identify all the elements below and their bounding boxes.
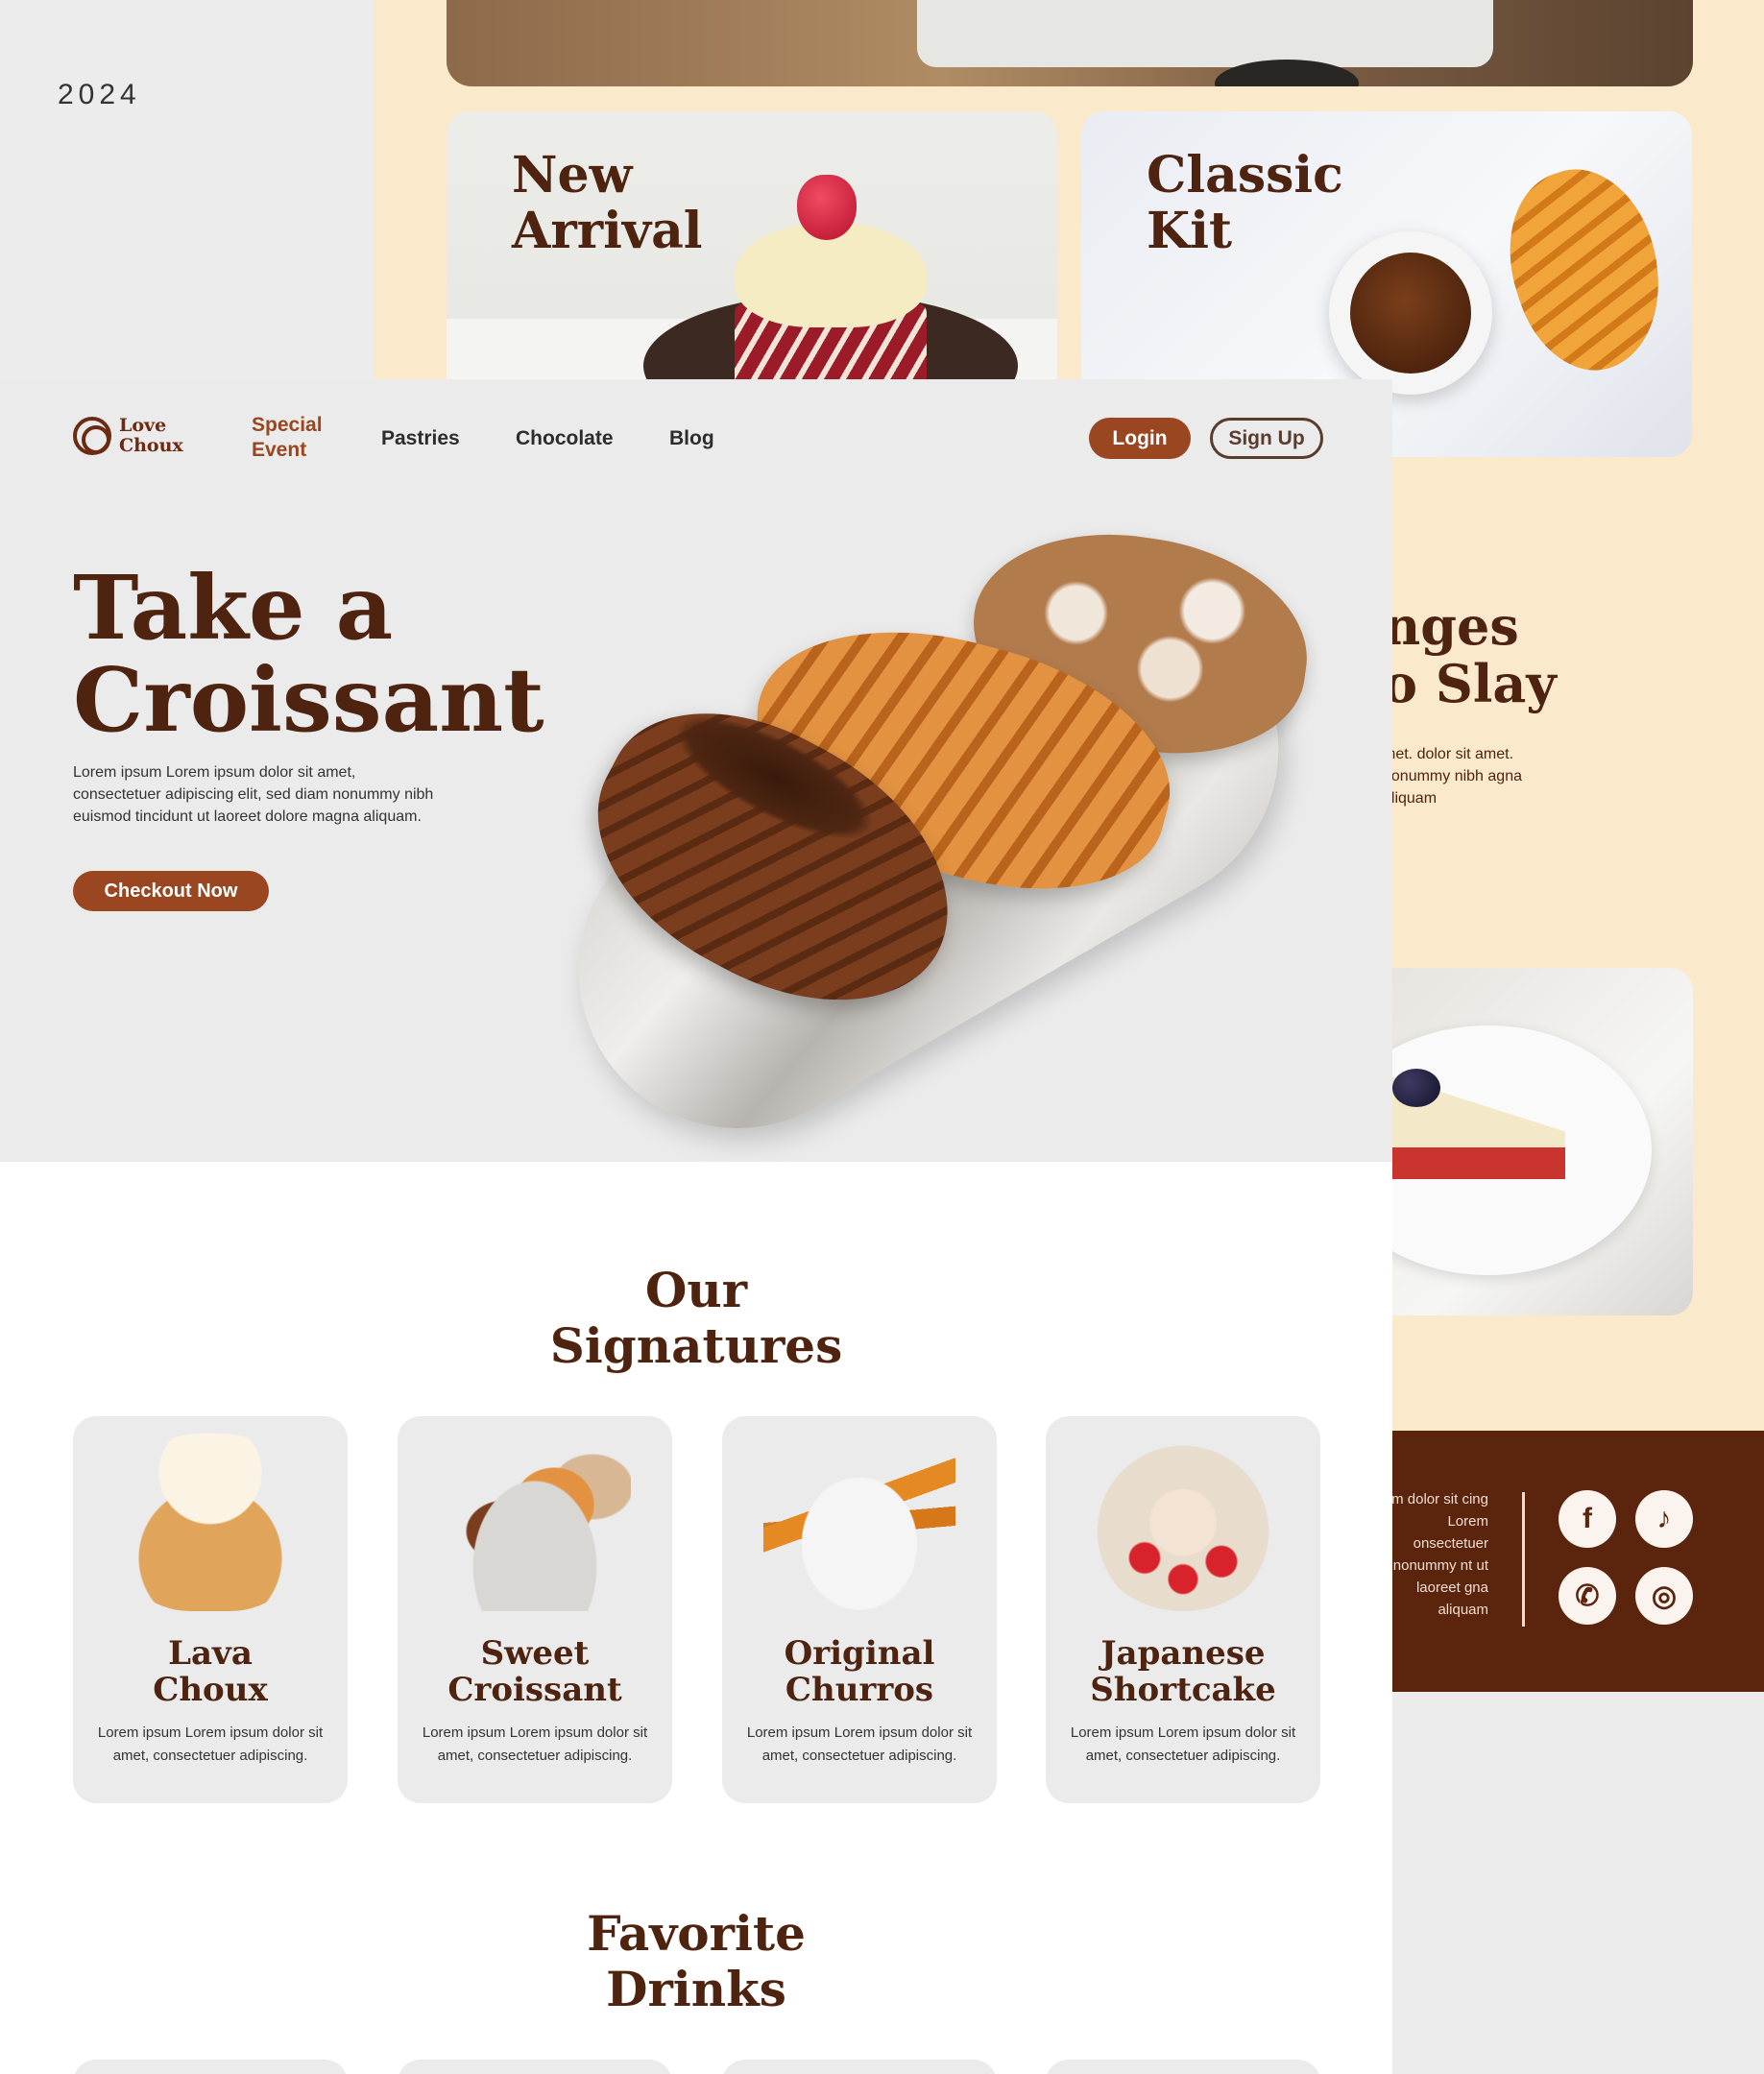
nav-pastries[interactable]: Pastries	[381, 427, 460, 450]
footer-divider	[1522, 1492, 1525, 1627]
croissant-hero-image	[520, 515, 1337, 1187]
product-name: Sweet Croissant	[447, 1634, 622, 1709]
login-button[interactable]: Login	[1089, 418, 1191, 459]
year-label: 2024	[58, 79, 141, 110]
product-description: Lorem ipsum Lorem ipsum dolor sit amet, …	[746, 1724, 973, 1764]
logo-text: Love Choux	[119, 415, 183, 456]
back-section-body: met. dolor sit amet. nonummy nibh agna a…	[1383, 746, 1522, 807]
signatures-title: Our Signatures	[549, 1262, 843, 1374]
drink-card[interactable]	[73, 2060, 348, 2074]
hero-body: Lorem ipsum Lorem ipsum dolor sit amet, …	[73, 764, 434, 825]
back-section-heading: nges o Slay	[1383, 595, 1557, 714]
drink-card[interactable]	[398, 2060, 672, 2074]
coffee-cup-image	[1329, 231, 1492, 395]
sweet-croissant-image	[439, 1434, 631, 1611]
whatsapp-icon[interactable]: ✆	[1559, 1567, 1616, 1625]
nav-chocolate[interactable]: Chocolate	[516, 427, 614, 450]
product-description: Lorem ipsum Lorem ipsum dolor sit amet, …	[1070, 1724, 1296, 1764]
new-arrival-title: New Arrival	[512, 146, 703, 260]
nav-special-event[interactable]: Special Event	[252, 413, 323, 463]
signup-button[interactable]: Sign Up	[1210, 418, 1323, 459]
back-footer: um dolor sit cing Lorem onsectetuer nonu…	[1383, 1431, 1764, 1692]
product-card-japanese-shortcake[interactable]: Japanese Shortcake Lorem ipsum Lorem ips…	[1046, 1416, 1320, 1803]
drink-card[interactable]	[1046, 2060, 1320, 2074]
tiktok-icon[interactable]: ♪	[1635, 1490, 1693, 1548]
logo-mark-icon	[73, 417, 111, 455]
original-churros-image	[763, 1434, 955, 1611]
product-description: Lorem ipsum Lorem ipsum dolor sit amet, …	[422, 1724, 648, 1764]
drink-card[interactable]	[722, 2060, 997, 2074]
cheesecake-image	[1383, 968, 1693, 1315]
product-card-lava-choux[interactable]: Lava Choux Lorem ipsum Lorem ipsum dolor…	[73, 1416, 348, 1803]
product-name: Japanese Shortcake	[1090, 1634, 1276, 1709]
product-card-sweet-croissant[interactable]: Sweet Croissant Lorem ipsum Lorem ipsum …	[398, 1416, 672, 1803]
classic-kit-title: Classic Kit	[1147, 146, 1343, 260]
footer-text: um dolor sit cing Lorem onsectetuer nonu…	[1383, 1491, 1488, 1618]
checkout-now-button[interactable]: Checkout Now	[73, 871, 269, 911]
product-card-original-churros[interactable]: Original Churros Lorem ipsum Lorem ipsum…	[722, 1416, 997, 1803]
hero-section: Love Choux Special Event Pastries Chocol…	[0, 379, 1392, 1187]
favorite-drinks-title: Favorite Drinks	[587, 1905, 806, 2017]
back-top-image	[447, 0, 1693, 86]
logo[interactable]: Love Choux	[73, 416, 183, 456]
nav-blog[interactable]: Blog	[669, 427, 714, 450]
hero-title: Take a Croissant	[73, 556, 544, 752]
product-name: Lava Choux	[153, 1634, 268, 1709]
product-description: Lorem ipsum Lorem ipsum dolor sit amet, …	[97, 1724, 324, 1764]
product-name: Original Churros	[784, 1634, 935, 1709]
croissant-image	[1486, 151, 1685, 389]
facebook-icon[interactable]: f	[1559, 1490, 1616, 1548]
instagram-icon[interactable]: ◎	[1635, 1567, 1693, 1625]
front-page-mockup: Love Choux Special Event Pastries Chocol…	[0, 379, 1392, 2074]
lava-choux-image	[114, 1434, 306, 1611]
japanese-shortcake-image	[1087, 1434, 1279, 1611]
